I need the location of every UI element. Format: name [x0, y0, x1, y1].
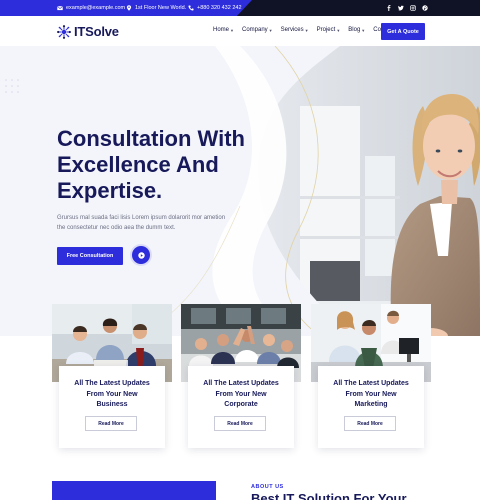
hero-section: Consultation With Excellence And Experti… [0, 46, 480, 336]
nav-item-blog[interactable]: Blog ▼ [348, 27, 365, 33]
card-title: All The Latest Updates From Your New Cor… [188, 379, 294, 411]
main-nav: Home ▼ Company ▼ Services ▼ Project ▼ Blog ▼ … [213, 27, 394, 33]
topbar-phone[interactable]: +880 320 432 242 [188, 0, 242, 16]
service-card-marketing: All The Latest Updates From Your New Mar… [311, 304, 431, 448]
hero-title-line: Expertise. [57, 178, 163, 203]
facebook-icon[interactable] [386, 5, 392, 11]
hero-description-line: Grursus mal suada faci lisis Lorem ipsum… [57, 215, 226, 221]
nav-item-company[interactable]: Company ▼ [242, 27, 273, 33]
topbar-address-text: 1st Floor New World. [135, 5, 187, 11]
play-video-button[interactable] [132, 246, 150, 264]
read-more-button[interactable]: Read More [214, 416, 266, 431]
social-links [386, 0, 428, 16]
top-bar: example@example.com 1st Floor New World.… [0, 0, 480, 16]
topbar-address: 1st Floor New World. [126, 0, 186, 16]
hero-title: Consultation With Excellence And Experti… [57, 126, 307, 204]
nav-label: Company [241, 27, 268, 33]
topbar-phone-text: +880 320 432 242 [197, 5, 242, 11]
phone-icon [188, 5, 194, 11]
nav-item-project[interactable]: Project ▼ [317, 27, 341, 33]
logo-network-icon [57, 24, 71, 39]
card-title-line: From Your New [345, 390, 397, 398]
card-title-line: From Your New [86, 390, 138, 398]
nav-label: Project [316, 27, 336, 33]
mail-icon [57, 5, 63, 11]
chevron-down-icon: ▼ [361, 27, 366, 33]
card-title: All The Latest Updates From Your New Bus… [59, 379, 165, 411]
twitter-icon[interactable] [398, 5, 404, 11]
hero-title-line: Excellence And [57, 152, 219, 177]
site-logo[interactable]: ITSolve [57, 24, 119, 39]
card-content: All The Latest Updates From Your New Cor… [188, 366, 294, 448]
nav-label: Blog [348, 27, 361, 33]
pinterest-icon[interactable] [422, 5, 428, 11]
chevron-down-icon: ▼ [230, 27, 234, 33]
nav-item-services[interactable]: Services ▼ [281, 27, 309, 33]
card-content: All The Latest Updates From Your New Bus… [59, 366, 165, 448]
card-title-line: All The Latest Updates [203, 380, 279, 387]
service-card-corporate: All The Latest Updates From Your New Cor… [181, 304, 301, 448]
play-icon [137, 251, 145, 259]
read-more-button[interactable]: Read More [85, 416, 137, 431]
card-title-line: From Your New [215, 390, 267, 398]
get-a-quote-button[interactable]: Get A Quote [381, 23, 425, 40]
card-title-line: All The Latest Updates [333, 380, 409, 387]
instagram-icon[interactable] [410, 5, 416, 11]
about-section-title: Best IT Solution For Your [251, 491, 407, 500]
card-title-line: Business [96, 401, 128, 408]
nav-label: Services [280, 27, 304, 33]
about-image-block [52, 481, 216, 500]
about-section-label: ABOUT US [251, 484, 284, 490]
hero-description-line: the consectetur nec odio aea the dumm te… [57, 225, 176, 231]
service-card-business: All The Latest Updates From Your New Bus… [52, 304, 172, 448]
topbar-email[interactable]: example@example.com [57, 0, 125, 16]
hero-description: Grursus mal suada faci lisis Lorem ipsum… [57, 213, 247, 233]
free-consultation-button[interactable]: Free Consultation [57, 247, 123, 265]
card-content: All The Latest Updates From Your New Mar… [318, 366, 424, 448]
read-more-button[interactable]: Read More [344, 416, 396, 431]
card-title-line: Marketing [354, 401, 388, 408]
card-title-line: All The Latest Updates [74, 380, 150, 387]
logo-text: ITSolve [74, 24, 119, 39]
card-title: All The Latest Updates From Your New Mar… [318, 379, 424, 411]
location-pin-icon [126, 5, 132, 11]
nav-label: Home [213, 27, 230, 33]
hero-title-line: Consultation With [57, 126, 245, 151]
card-title-line: Corporate [224, 401, 258, 408]
topbar-email-text: example@example.com [66, 5, 126, 11]
chevron-down-icon: ▼ [304, 27, 309, 33]
nav-item-home[interactable]: Home ▼ [213, 27, 234, 33]
chevron-down-icon: ▼ [268, 27, 273, 33]
chevron-down-icon: ▼ [336, 27, 341, 33]
